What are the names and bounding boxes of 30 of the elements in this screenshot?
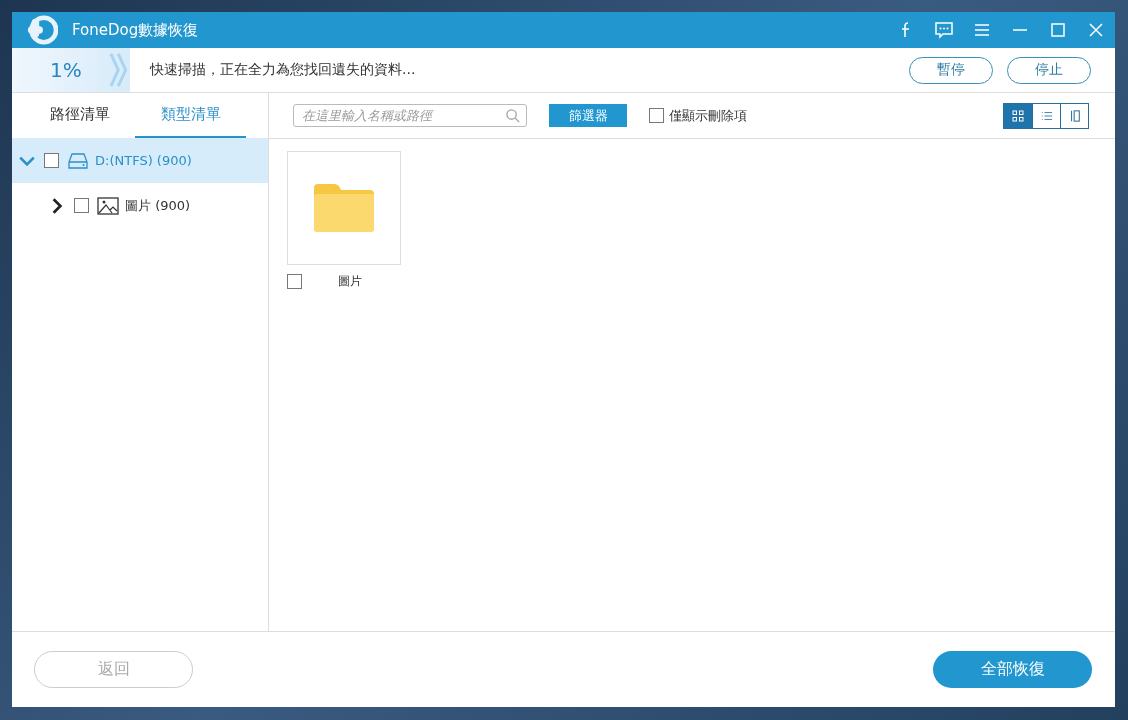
scan-status-text: 快速掃描，正在全力為您找回遺失的資料... <box>150 61 417 79</box>
list-icon <box>1040 109 1053 122</box>
file-thumbnail[interactable] <box>287 151 401 265</box>
search-field[interactable]: 在這里輸入名稱或路徑 <box>293 104 527 127</box>
checkbox[interactable] <box>74 198 89 213</box>
sidebar-tab[interactable]: 路徑清單 <box>24 93 135 138</box>
tree-item[interactable]: 圖片 (900) <box>12 183 268 228</box>
folder-icon <box>312 182 376 234</box>
file-name: 圖片 <box>338 273 362 290</box>
filter-button[interactable]: 篩選器 <box>549 104 627 127</box>
columns-icon <box>1068 109 1081 122</box>
checkbox[interactable] <box>649 108 664 123</box>
grid-view-button[interactable] <box>1004 103 1032 128</box>
window-title: FoneDog數據恢復 <box>72 20 199 40</box>
drive-icon <box>67 151 89 170</box>
progress-percent: 1% <box>50 58 82 82</box>
tree-item-label: D:(NTFS) (900) <box>95 153 192 168</box>
checkbox[interactable] <box>287 274 302 289</box>
tree-item-label: 圖片 (900) <box>125 196 191 215</box>
app-logo-icon <box>26 14 58 46</box>
scan-control-button[interactable]: 停止 <box>1007 56 1091 84</box>
grid-icon <box>1012 109 1024 122</box>
checkbox[interactable] <box>44 153 59 168</box>
chat-icon[interactable] <box>933 20 955 40</box>
recover-all-button[interactable]: 全部恢復 <box>933 651 1092 688</box>
scan-control-button[interactable]: 暫停 <box>909 56 993 84</box>
tree-item[interactable]: D:(NTFS) (900) <box>12 138 268 183</box>
checkbox-label: 僅顯示刪除項 <box>669 106 747 125</box>
image-icon <box>97 196 119 215</box>
search-icon[interactable] <box>505 108 520 123</box>
